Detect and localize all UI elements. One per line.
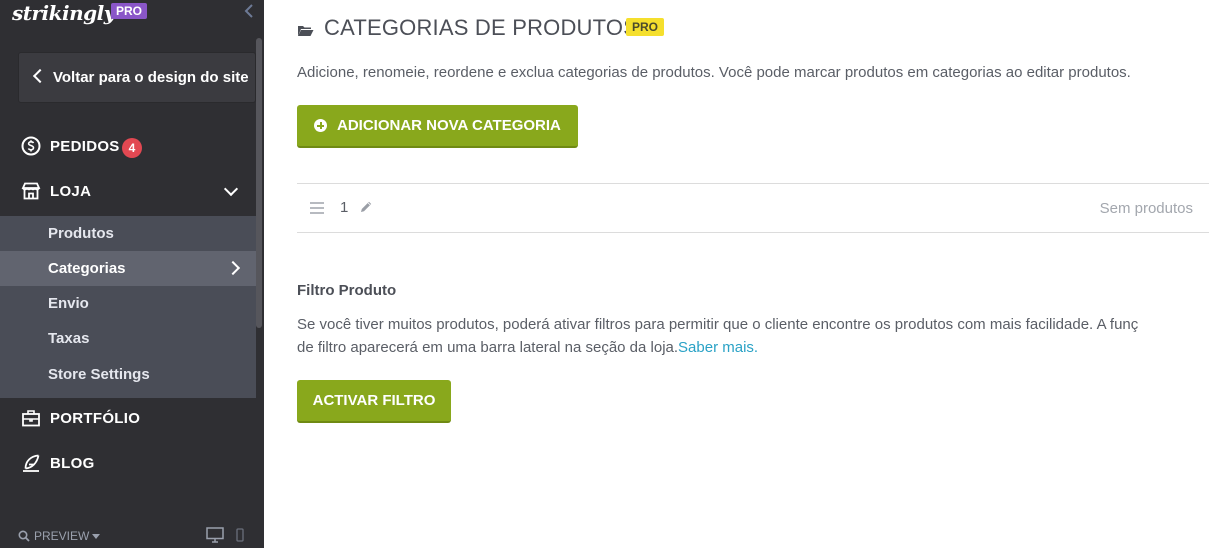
pro-badge: PRO <box>626 18 665 36</box>
filter-text-line2: de filtro aparecerá em uma barra lateral… <box>297 339 679 356</box>
category-name: 1 <box>340 199 349 216</box>
preview-dropdown[interactable]: PREVIEW <box>18 528 101 543</box>
submenu-item-taxas[interactable]: Taxas <box>0 321 256 356</box>
add-category-label: ADICIONAR NOVA CATEGORIA <box>337 117 561 134</box>
learn-more-link[interactable]: Saber mais. <box>678 339 758 356</box>
nav-label-pedidos: PEDIDOS <box>50 138 120 155</box>
brand-logo: strikingly <box>12 1 115 25</box>
page-description: Adicione, renomeie, reordene e exclua ca… <box>297 64 1131 81</box>
submenu-item-envio[interactable]: Envio <box>0 286 256 321</box>
submenu-item-categorias[interactable]: Categorias <box>0 251 256 286</box>
nav-label-loja: LOJA <box>50 183 92 200</box>
main-content: CATEGORIAS DE PRODUTOS PRO Adicione, ren… <box>264 0 1209 548</box>
mobile-icon[interactable] <box>236 528 244 547</box>
sidebar: strikingly PRO Voltar para o design do s… <box>0 0 264 548</box>
search-icon <box>18 530 30 542</box>
feather-icon <box>21 453 41 473</box>
nav-item-blog[interactable]: BLOG <box>0 444 256 484</box>
filter-text-line1: Se você tiver muitos produtos, poderá at… <box>297 316 1139 333</box>
folder-icon <box>297 24 314 42</box>
submenu-label: Store Settings <box>48 366 150 383</box>
submenu-label: Categorias <box>48 260 126 277</box>
brand-pro-badge: PRO <box>111 3 148 19</box>
drag-handle-icon[interactable] <box>310 202 324 217</box>
store-icon <box>21 181 41 201</box>
nav-item-portfolio[interactable]: PORTFÓLIO <box>0 399 256 439</box>
page-title: CATEGORIAS DE PRODUTOS <box>324 15 639 40</box>
chevron-left-icon <box>32 68 48 84</box>
nav-label-blog: BLOG <box>50 455 95 472</box>
chevron-right-icon <box>225 260 241 276</box>
nav-label-portfolio: PORTFÓLIO <box>50 410 141 427</box>
filter-heading: Filtro Produto <box>297 282 397 299</box>
back-to-design-button[interactable]: Voltar para o design do site <box>18 52 256 103</box>
briefcase-icon <box>21 408 41 428</box>
add-category-button[interactable]: ADICIONAR NOVA CATEGORIA <box>297 105 578 148</box>
caret-down-icon <box>92 534 101 539</box>
dollar-circle-icon <box>21 136 41 156</box>
submenu-item-produtos[interactable]: Produtos <box>0 216 256 251</box>
category-row[interactable]: 1 Sem produtos <box>297 183 1209 233</box>
submenu-label: Produtos <box>48 225 114 242</box>
activate-filter-button[interactable]: ACTIVAR FILTRO <box>297 380 451 423</box>
orders-count-badge: 4 <box>122 138 142 158</box>
pencil-icon[interactable] <box>359 200 373 219</box>
preview-label: PREVIEW <box>34 529 90 543</box>
category-product-count: Sem produtos <box>1099 200 1193 217</box>
desktop-icon[interactable] <box>206 527 224 548</box>
filter-description: Se você tiver muitos produtos, poderá at… <box>297 313 1209 359</box>
back-button-label: Voltar para o design do site <box>53 69 249 86</box>
loja-submenu: Produtos Categorias Envio Taxas Store Se… <box>0 216 256 398</box>
submenu-label: Envio <box>48 295 89 312</box>
submenu-label: Taxas <box>48 330 90 347</box>
submenu-item-store-settings[interactable]: Store Settings <box>0 357 256 392</box>
plus-circle-icon <box>314 119 327 132</box>
collapse-sidebar-icon[interactable] <box>244 4 254 21</box>
filter-text-line2-wrap: de filtro aparecerá em uma barra lateral… <box>297 336 1209 359</box>
nav-item-loja[interactable]: LOJA <box>0 172 256 212</box>
sidebar-scrollbar[interactable] <box>256 38 262 328</box>
